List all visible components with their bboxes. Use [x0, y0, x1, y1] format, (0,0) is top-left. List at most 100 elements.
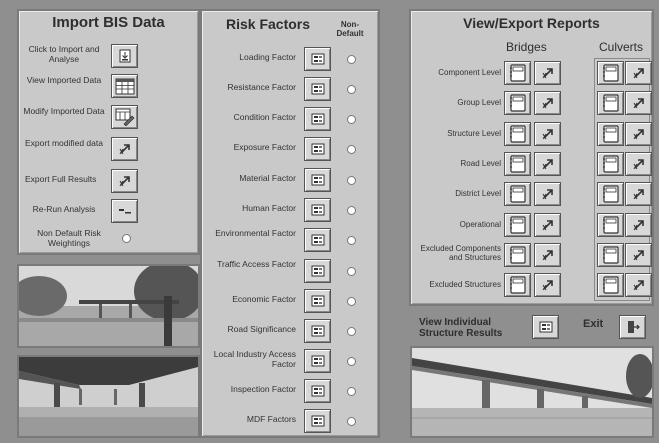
- culvert-export-button[interactable]: [625, 152, 652, 176]
- bridge-report-button[interactable]: [504, 243, 531, 267]
- risk-factor-form-button[interactable]: [304, 319, 331, 343]
- export-icon: [542, 250, 553, 261]
- exit-button[interactable]: [619, 315, 646, 339]
- risk-factor-form-button[interactable]: [304, 168, 331, 192]
- non-default-radio[interactable]: [347, 206, 356, 215]
- report-icon: [602, 125, 619, 143]
- culvert-report-button[interactable]: [597, 243, 624, 267]
- risk-factor-form-button[interactable]: [304, 349, 331, 373]
- culvert-report-button[interactable]: [597, 152, 624, 176]
- culvert-export-button[interactable]: [625, 91, 652, 115]
- report-level-label: Group Level: [457, 98, 501, 107]
- culvert-export-button[interactable]: [625, 122, 652, 146]
- bridge-export-button[interactable]: [534, 213, 561, 237]
- risk-factor-form-button[interactable]: [304, 47, 331, 71]
- culvert-report-button[interactable]: [597, 122, 624, 146]
- risk-factor-label: Exposure Factor: [233, 142, 296, 152]
- culvert-report-button[interactable]: [597, 61, 624, 85]
- report-icon: [602, 94, 619, 112]
- non-default-radio[interactable]: [347, 55, 356, 64]
- risk-factor-label: Economic Factor: [232, 294, 296, 304]
- report-icon: [509, 216, 526, 234]
- risk-factor-form-button[interactable]: [304, 409, 331, 433]
- form-icon: [311, 53, 324, 65]
- culvert-export-button[interactable]: [625, 243, 652, 267]
- export-modified-button[interactable]: [111, 137, 138, 161]
- bridge-report-button[interactable]: [504, 122, 531, 146]
- non-default-radio[interactable]: [347, 417, 356, 426]
- import-panel: Import BIS Data Click to Import and Anal…: [17, 9, 200, 255]
- risk-factor-form-button[interactable]: [304, 379, 331, 403]
- non-default-header: Non-Default: [330, 20, 370, 38]
- bridge-report-button[interactable]: [504, 61, 531, 85]
- risk-factor-label: Local Industry Access Factor: [213, 349, 296, 369]
- rerun-button[interactable]: [111, 199, 138, 223]
- report-level-label: Excluded Structures: [429, 280, 501, 289]
- bridge-report-button[interactable]: [504, 273, 531, 297]
- export-icon: [633, 280, 644, 291]
- risk-factor-label: Resistance Factor: [227, 82, 297, 92]
- culvert-export-button[interactable]: [625, 213, 652, 237]
- form-icon: [311, 385, 324, 397]
- bridge-report-button[interactable]: [504, 91, 531, 115]
- import-analyse-button[interactable]: [111, 44, 138, 68]
- non-default-weightings-radio[interactable]: [122, 234, 131, 243]
- report-icon: [509, 94, 526, 112]
- risk-factor-form-button[interactable]: [304, 259, 331, 283]
- export-full-button[interactable]: [111, 169, 138, 193]
- bridge-export-button[interactable]: [534, 91, 561, 115]
- risk-factor-form-button[interactable]: [304, 77, 331, 101]
- non-default-radio[interactable]: [347, 176, 356, 185]
- rerun-icon: [118, 209, 131, 214]
- view-individual-button[interactable]: [532, 315, 559, 339]
- culvert-report-button[interactable]: [597, 273, 624, 297]
- exit-label: Exit: [583, 318, 604, 330]
- modify-imported-button[interactable]: [111, 105, 138, 129]
- bridge-export-button[interactable]: [534, 152, 561, 176]
- bridge-export-button[interactable]: [534, 182, 561, 206]
- culvert-report-button[interactable]: [597, 213, 624, 237]
- form-icon: [311, 83, 324, 95]
- non-default-radio[interactable]: [347, 387, 356, 396]
- culvert-export-button[interactable]: [625, 273, 652, 297]
- non-default-radio[interactable]: [347, 115, 356, 124]
- risk-factor-label: Loading Factor: [239, 52, 296, 62]
- view-imported-button[interactable]: [111, 74, 138, 98]
- report-icon: [602, 216, 619, 234]
- export-icon: [542, 189, 553, 200]
- non-default-radio[interactable]: [347, 327, 356, 336]
- culvert-report-button[interactable]: [597, 182, 624, 206]
- culvert-export-button[interactable]: [625, 61, 652, 85]
- non-default-radio[interactable]: [347, 357, 356, 366]
- export-icon: [542, 98, 553, 109]
- risk-factor-form-button[interactable]: [304, 289, 331, 313]
- bridge-export-button[interactable]: [534, 122, 561, 146]
- bridge-report-button[interactable]: [504, 182, 531, 206]
- risk-factor-form-button[interactable]: [304, 137, 331, 161]
- import-panel-title: Import BIS Data: [52, 14, 165, 31]
- non-default-radio[interactable]: [347, 236, 356, 245]
- non-default-radio[interactable]: [347, 297, 356, 306]
- report-icon: [602, 155, 619, 173]
- export-modified-label: Export modified data: [25, 138, 103, 148]
- bridge-export-button[interactable]: [534, 243, 561, 267]
- risk-factor-form-button[interactable]: [304, 107, 331, 131]
- export-icon: [542, 68, 553, 79]
- export-icon: [633, 189, 644, 200]
- risk-factor-form-button[interactable]: [304, 198, 331, 222]
- bridge-report-button[interactable]: [504, 152, 531, 176]
- culvert-report-button[interactable]: [597, 91, 624, 115]
- non-default-radio[interactable]: [347, 267, 356, 276]
- form-icon: [311, 265, 324, 277]
- non-default-radio[interactable]: [347, 85, 356, 94]
- view-imported-label: View Imported Data: [26, 75, 102, 85]
- risk-factor-form-button[interactable]: [304, 228, 331, 252]
- form-icon: [311, 325, 324, 337]
- bridge-report-button[interactable]: [504, 213, 531, 237]
- click-import-label: Click to Import and Analyse: [28, 44, 100, 64]
- bridge-export-button[interactable]: [534, 273, 561, 297]
- non-default-radio[interactable]: [347, 145, 356, 154]
- bridge-export-button[interactable]: [534, 61, 561, 85]
- modify-icon: [115, 108, 134, 126]
- culvert-export-button[interactable]: [625, 182, 652, 206]
